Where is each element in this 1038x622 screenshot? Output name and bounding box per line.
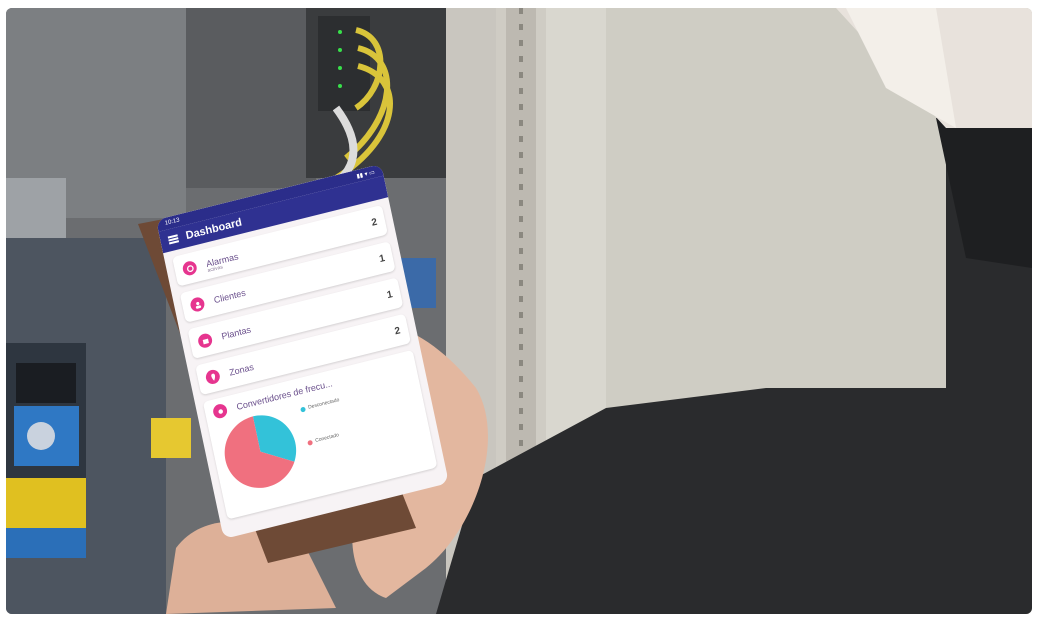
background-photo bbox=[6, 8, 1032, 614]
card-count: 1 bbox=[378, 252, 386, 265]
alarm-icon bbox=[181, 259, 199, 277]
legend-dot-desconectado bbox=[300, 406, 306, 413]
scene: 10:13 ▮▮ ▾ ▭ Dashboard Alarmas activas 2… bbox=[0, 0, 1038, 622]
status-time: 10:13 bbox=[164, 217, 181, 227]
card-count: 2 bbox=[393, 324, 402, 337]
location-icon bbox=[204, 368, 222, 386]
photo-frame: 10:13 ▮▮ ▾ ▭ Dashboard Alarmas activas 2… bbox=[6, 8, 1032, 614]
card-count: 2 bbox=[370, 216, 379, 229]
plant-icon bbox=[196, 332, 214, 350]
legend-item: Conectado bbox=[307, 430, 347, 446]
legend-label: Desconectado bbox=[307, 397, 340, 411]
legend-dot-conectado bbox=[307, 439, 313, 446]
card-count: 1 bbox=[385, 288, 394, 301]
converter-icon bbox=[211, 402, 229, 420]
chart-legend: Desconectado Conectado bbox=[300, 397, 353, 473]
chart-area: Desconectado Conectado bbox=[216, 375, 426, 498]
legend-label: Conectado bbox=[314, 432, 340, 444]
legend-item: Desconectado bbox=[300, 397, 340, 413]
pie-chart bbox=[224, 415, 297, 488]
users-icon bbox=[189, 295, 206, 314]
menu-icon[interactable] bbox=[167, 234, 180, 245]
